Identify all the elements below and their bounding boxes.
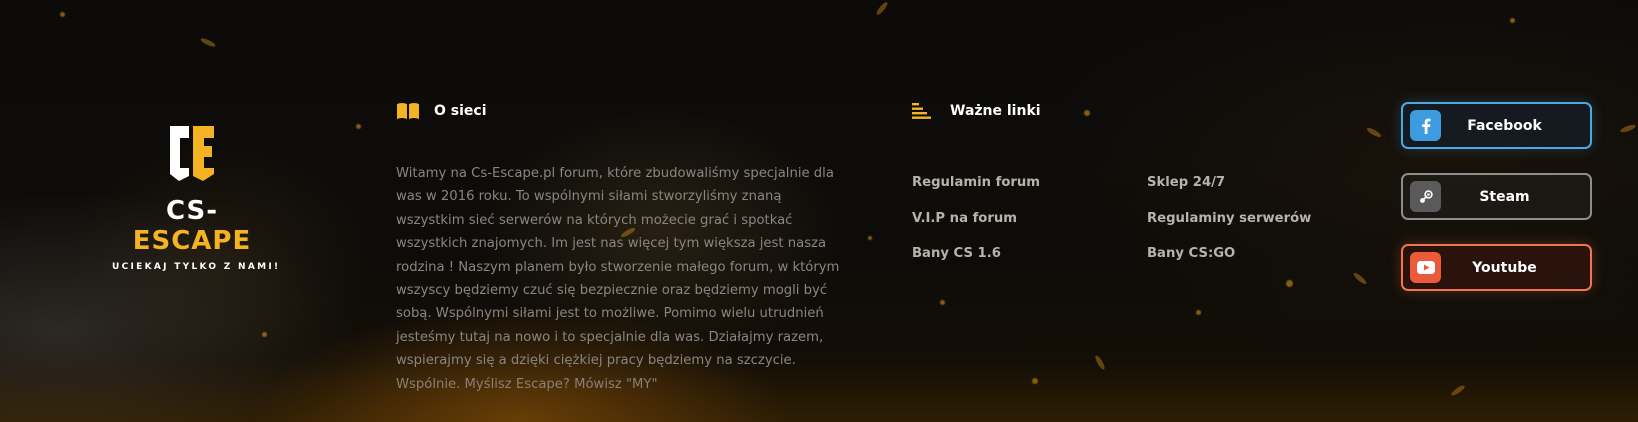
ember-particle bbox=[1196, 310, 1201, 315]
ember-particle bbox=[1032, 378, 1038, 384]
brand-name-part2: ESCAPE bbox=[132, 226, 252, 256]
ember-particle bbox=[262, 332, 267, 337]
book-icon bbox=[396, 100, 422, 122]
cs-escape-logo-icon bbox=[170, 126, 214, 181]
link-sklep[interactable]: Sklep 24/7 bbox=[1147, 174, 1347, 192]
ember-particle bbox=[1286, 280, 1293, 287]
ember-particle bbox=[868, 236, 872, 240]
ember-particle bbox=[940, 300, 945, 305]
about-section: O sieci Witamy na Cs-Escape.pl forum, kt… bbox=[396, 100, 856, 396]
site-footer: CS-ESCAPE UCIEKAJ TYLKO Z NAMI! O sieci … bbox=[0, 0, 1638, 422]
ember-particle bbox=[1510, 18, 1515, 23]
links-title: Ważne linki bbox=[950, 103, 1041, 119]
steam-label: Steam bbox=[1479, 188, 1530, 205]
brand-name: CS-ESCAPE bbox=[112, 196, 272, 256]
facebook-label: Facebook bbox=[1467, 117, 1542, 134]
link-regulaminy-serwerow[interactable]: Regulaminy serwerów bbox=[1147, 210, 1347, 228]
leaf-particle bbox=[1365, 126, 1383, 139]
brand-block: CS-ESCAPE UCIEKAJ TYLKO Z NAMI! bbox=[112, 124, 281, 272]
link-bany-csgo[interactable]: Bany CS:GO bbox=[1147, 245, 1347, 263]
brand-tagline: UCIEKAJ TYLKO Z NAMI! bbox=[112, 262, 281, 272]
youtube-label: Youtube bbox=[1472, 259, 1537, 276]
ember-particle bbox=[60, 12, 65, 17]
leaf-particle bbox=[1352, 271, 1368, 286]
youtube-icon bbox=[1410, 252, 1441, 283]
leaf-particle bbox=[199, 36, 217, 49]
link-regulamin-forum[interactable]: Regulamin forum bbox=[912, 174, 1147, 192]
steam-button[interactable]: Steam bbox=[1401, 173, 1592, 220]
facebook-button[interactable]: Facebook bbox=[1401, 102, 1592, 149]
ember-particle bbox=[356, 124, 361, 129]
about-text: Witamy na Cs-Escape.pl forum, które zbud… bbox=[396, 166, 840, 392]
leaf-particle bbox=[1619, 123, 1637, 134]
list-icon bbox=[912, 100, 938, 122]
facebook-icon bbox=[1410, 110, 1441, 141]
leaf-particle bbox=[1450, 383, 1466, 398]
leaf-particle bbox=[1093, 354, 1107, 371]
about-header: O sieci bbox=[396, 100, 856, 122]
links-header: Ważne linki bbox=[912, 100, 1312, 122]
social-buttons: Facebook Steam Youtube bbox=[1401, 102, 1592, 315]
links-grid: Regulamin forum Sklep 24/7 V.I.P na foru… bbox=[912, 174, 1312, 263]
steam-icon bbox=[1410, 181, 1441, 212]
link-vip-forum[interactable]: V.I.P na forum bbox=[912, 210, 1147, 228]
youtube-button[interactable]: Youtube bbox=[1401, 244, 1592, 291]
link-bany-cs16[interactable]: Bany CS 1.6 bbox=[912, 245, 1147, 263]
links-section: Ważne linki Regulamin forum Sklep 24/7 V… bbox=[912, 100, 1312, 263]
leaf-particle bbox=[874, 0, 890, 17]
about-title: O sieci bbox=[434, 103, 487, 119]
brand-name-part1: CS- bbox=[165, 196, 219, 226]
